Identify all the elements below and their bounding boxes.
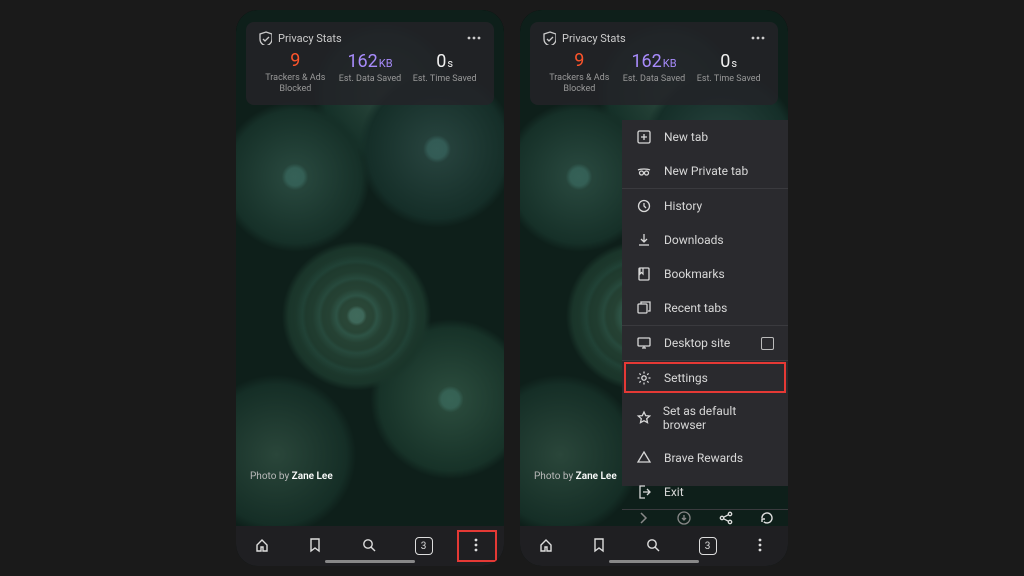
stat-time: 0s Est. Time Saved (407, 52, 482, 95)
photo-credit: Photo by Zane Lee (534, 471, 617, 482)
stat-time: 0s Est. Time Saved (691, 52, 766, 95)
shield-icon (542, 31, 556, 45)
menu-item-label: Downloads (664, 233, 724, 247)
search-button[interactable] (634, 530, 674, 562)
new-tab-icon (636, 129, 652, 145)
bookmark-icon (307, 537, 325, 555)
bookmarks-button[interactable] (296, 530, 336, 562)
photo-credit: Photo by Zane Lee (250, 471, 333, 482)
bookmark-icon (591, 537, 609, 555)
bookmarks-button[interactable] (580, 530, 620, 562)
shield-icon (258, 31, 272, 45)
search-button[interactable] (350, 530, 390, 562)
menu-button[interactable] (741, 530, 781, 562)
more-vertical-icon (752, 537, 770, 555)
menu-item-label: Set as default browser (663, 404, 774, 432)
menu-item-label: History (664, 199, 702, 213)
menu-item-label: New tab (664, 130, 708, 144)
privacy-title: Privacy Stats (562, 32, 626, 45)
overflow-menu: New tab New Private tab History Downloads Bo… (622, 120, 788, 486)
tabs-button[interactable]: 3 (688, 530, 728, 562)
menu-item-label: Settings (664, 371, 708, 385)
tab-count-icon: 3 (699, 537, 717, 555)
menu-item-set-default[interactable]: Set as default browser (622, 395, 788, 441)
home-icon (254, 537, 272, 555)
gesture-bar (609, 560, 699, 563)
menu-item-label: Bookmarks (664, 267, 725, 281)
stat-data: 162KB Est. Data Saved (617, 52, 692, 95)
forward-icon[interactable] (635, 510, 651, 526)
history-icon (636, 198, 652, 214)
menu-item-label: Exit (664, 485, 684, 499)
desktop-site-icon (636, 335, 652, 351)
menu-item-exit[interactable]: Exit (622, 475, 788, 509)
exit-icon (636, 484, 652, 500)
home-icon (538, 537, 556, 555)
menu-item-history[interactable]: History (622, 188, 788, 223)
more-vertical-icon (468, 537, 486, 555)
tab-count-icon: 3 (415, 537, 433, 555)
menu-item-bookmarks[interactable]: Bookmarks (622, 257, 788, 291)
menu-item-settings[interactable]: Settings (622, 360, 788, 395)
menu-item-label: Recent tabs (664, 301, 727, 315)
privacy-stats-card: Privacy Stats 9 Trackers & Ads Blocked 1… (530, 22, 778, 105)
privacy-stats-card: Privacy Stats 9 Trackers & Ads Blocked 1… (246, 22, 494, 105)
set-default-icon (636, 410, 651, 426)
downloads-icon (636, 232, 652, 248)
tabs-button[interactable]: 3 (404, 530, 444, 562)
phone-screenshot-right: Privacy Stats 9 Trackers & Ads Blocked 1… (520, 10, 788, 566)
desktop-site-checkbox[interactable] (761, 337, 774, 350)
share-icon[interactable] (718, 510, 734, 526)
menu-item-new-tab[interactable]: New tab (622, 120, 788, 154)
home-button[interactable] (527, 530, 567, 562)
stat-data: 162KB Est. Data Saved (333, 52, 408, 95)
home-button[interactable] (243, 530, 283, 562)
brave-rewards-icon (636, 450, 652, 466)
menu-item-brave-rewards[interactable]: Brave Rewards (622, 441, 788, 475)
menu-item-label: New Private tab (664, 164, 748, 178)
phone-screenshot-left: Privacy Stats 9 Trackers & Ads Blocked 1… (236, 10, 504, 566)
stat-trackers: 9 Trackers & Ads Blocked (258, 52, 333, 95)
search-icon (645, 537, 663, 555)
menu-item-recent-tabs[interactable]: Recent tabs (622, 291, 788, 325)
reload-icon[interactable] (759, 510, 775, 526)
menu-button[interactable] (457, 530, 497, 562)
more-icon[interactable] (750, 30, 766, 46)
search-icon (361, 537, 379, 555)
menu-item-desktop-site[interactable]: Desktop site (622, 325, 788, 360)
settings-icon (636, 370, 652, 386)
more-icon[interactable] (466, 30, 482, 46)
bookmarks-icon (636, 266, 652, 282)
recent-tabs-icon (636, 300, 652, 316)
menu-item-label: Desktop site (664, 336, 730, 350)
menu-item-new-private[interactable]: New Private tab (622, 154, 788, 188)
menu-footer (622, 509, 788, 526)
menu-item-label: Brave Rewards (664, 451, 743, 465)
gesture-bar (325, 560, 415, 563)
stat-trackers: 9 Trackers & Ads Blocked (542, 52, 617, 95)
download-page-icon[interactable] (676, 510, 692, 526)
new-private-icon (636, 163, 652, 179)
privacy-title: Privacy Stats (278, 32, 342, 45)
menu-item-downloads[interactable]: Downloads (622, 223, 788, 257)
